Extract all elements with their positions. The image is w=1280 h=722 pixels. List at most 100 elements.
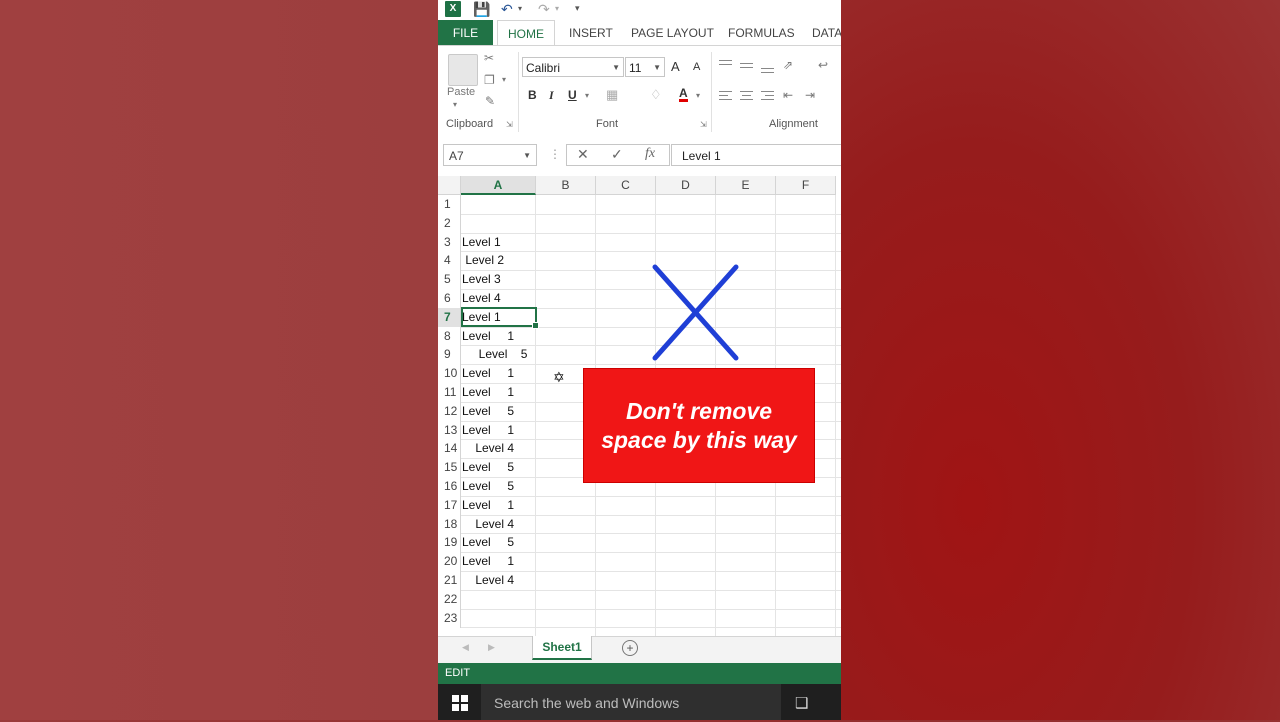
save-icon[interactable]: 💾 <box>473 1 490 18</box>
cell-a17[interactable]: Level 1 <box>462 496 536 515</box>
cell-a23[interactable] <box>462 609 536 628</box>
cell-a20[interactable]: Level 1 <box>462 552 536 571</box>
font-color-dropdown-icon[interactable]: ▾ <box>696 91 700 100</box>
row-header[interactable]: 2 <box>438 213 461 233</box>
column-header-f[interactable]: F <box>776 176 836 195</box>
row-header[interactable]: 20 <box>438 552 461 572</box>
cell-a19[interactable]: Level 5 <box>462 533 536 552</box>
format-painter-icon[interactable]: ✎ <box>485 94 495 108</box>
row-header[interactable]: 10 <box>438 364 461 384</box>
row-header[interactable]: 19 <box>438 533 461 553</box>
column-header-e[interactable]: E <box>716 176 776 195</box>
row-header[interactable]: 1 <box>438 195 461 214</box>
cell-a3[interactable]: Level 1 <box>462 233 536 252</box>
new-sheet-icon[interactable]: + <box>622 640 638 656</box>
undo-icon[interactable]: ↶ <box>501 1 513 18</box>
underline-button[interactable]: U <box>568 88 577 102</box>
tab-insert[interactable]: INSERT <box>569 20 613 45</box>
tab-file[interactable]: FILE <box>438 20 493 45</box>
bold-button[interactable]: B <box>528 88 537 102</box>
cancel-entry-button[interactable]: ✕ <box>577 146 589 163</box>
clipboard-launcher-icon[interactable]: ⇲ <box>506 120 513 129</box>
row-header[interactable]: 12 <box>438 401 461 421</box>
customize-toolbar-icon[interactable]: ▾ <box>575 3 580 14</box>
select-all-corner[interactable] <box>438 176 461 195</box>
column-header-a[interactable]: A <box>461 176 536 195</box>
row-header[interactable]: 14 <box>438 439 461 459</box>
cell-a12[interactable]: Level 5 <box>462 402 536 421</box>
redo-icon[interactable]: ↷ <box>538 1 550 18</box>
row-header[interactable]: 5 <box>438 270 461 290</box>
paste-icon[interactable] <box>448 54 478 86</box>
tab-page-layout[interactable]: PAGE LAYOUT <box>631 20 714 45</box>
cell-a18[interactable]: Level 4 <box>462 515 536 534</box>
insert-function-button[interactable]: fx <box>645 146 655 162</box>
name-box[interactable]: A7 ▼ <box>443 144 537 166</box>
font-name-select[interactable]: Calibri ▼ <box>522 57 624 77</box>
copy-dropdown-icon[interactable]: ▾ <box>502 75 506 84</box>
formula-input[interactable]: Level 1 <box>671 144 841 166</box>
italic-button[interactable]: I <box>549 88 554 103</box>
row-header[interactable]: 7 <box>438 307 461 327</box>
font-launcher-icon[interactable]: ⇲ <box>700 120 707 129</box>
orientation-icon[interactable]: ⇗ <box>783 58 793 72</box>
cell-a4[interactable]: Level 2 <box>462 251 536 270</box>
next-sheet-icon[interactable]: ▶ <box>488 642 495 653</box>
task-view-icon[interactable]: ❑ <box>795 694 808 712</box>
sheet-tab-sheet1[interactable]: Sheet1 <box>532 636 592 660</box>
grow-font-button[interactable]: A <box>671 59 680 74</box>
row-header[interactable]: 18 <box>438 514 461 534</box>
row-header[interactable]: 9 <box>438 345 461 365</box>
cell-a8[interactable]: Level 1 <box>462 327 536 346</box>
row-header[interactable]: 6 <box>438 289 461 308</box>
decrease-indent-icon[interactable]: ⇤ <box>783 88 793 102</box>
redo-dropdown-icon[interactable]: ▾ <box>555 4 559 13</box>
tab-home[interactable]: HOME <box>497 20 555 46</box>
borders-icon[interactable]: ▦ <box>606 87 618 103</box>
row-header[interactable]: 17 <box>438 495 461 515</box>
cell-a2[interactable] <box>462 214 536 233</box>
copy-icon[interactable]: ❐ <box>484 73 495 87</box>
wrap-text-icon[interactable]: ↩ <box>818 58 828 72</box>
underline-dropdown-icon[interactable]: ▾ <box>585 91 589 100</box>
taskbar-search-input[interactable]: Search the web and Windows <box>481 684 781 720</box>
cell-a6[interactable]: Level 4 <box>462 289 536 308</box>
row-header[interactable]: 4 <box>438 251 461 271</box>
undo-dropdown-icon[interactable]: ▾ <box>518 4 522 13</box>
windows-start-icon[interactable] <box>452 695 468 711</box>
cell-a5[interactable]: Level 3 <box>462 270 536 289</box>
active-cell-cursor[interactable] <box>461 306 539 329</box>
row-header[interactable]: 15 <box>438 458 461 478</box>
row-header[interactable]: 23 <box>438 608 461 628</box>
row-header[interactable]: 16 <box>438 477 461 496</box>
shrink-font-button[interactable]: A <box>693 61 700 73</box>
fill-color-icon[interactable]: ♢ <box>650 87 662 103</box>
cut-icon[interactable]: ✂ <box>484 51 494 65</box>
row-header[interactable]: 8 <box>438 326 461 346</box>
column-header-c[interactable]: C <box>596 176 656 195</box>
tab-formulas[interactable]: FORMULAS <box>728 20 795 45</box>
cell-a22[interactable] <box>462 590 536 609</box>
paste-button[interactable]: Paste <box>447 86 475 98</box>
cell-a1[interactable] <box>462 195 536 214</box>
increase-indent-icon[interactable]: ⇥ <box>805 88 815 102</box>
cell-a15[interactable]: Level 5 <box>462 458 536 477</box>
prev-sheet-icon[interactable]: ◀ <box>462 642 469 653</box>
paste-dropdown-icon[interactable]: ▾ <box>453 100 457 109</box>
cell-a13[interactable]: Level 1 <box>462 421 536 440</box>
row-header[interactable]: 22 <box>438 589 461 609</box>
confirm-entry-button[interactable]: ✓ <box>611 146 623 163</box>
cell-a21[interactable]: Level 4 <box>462 571 536 590</box>
column-header-d[interactable]: D <box>656 176 716 195</box>
column-header-b[interactable]: B <box>536 176 596 195</box>
row-header[interactable]: 11 <box>438 383 461 402</box>
cell-a10[interactable]: Level 1 <box>462 364 536 383</box>
row-header[interactable]: 21 <box>438 571 461 590</box>
cell-a9[interactable]: Level 5 <box>462 345 536 364</box>
cell-a14[interactable]: Level 4 <box>462 439 536 458</box>
tab-data[interactable]: DATA <box>812 20 841 45</box>
row-header[interactable]: 3 <box>438 232 461 252</box>
cell-a11[interactable]: Level 1 <box>462 383 536 402</box>
row-header[interactable]: 13 <box>438 420 461 440</box>
font-size-select[interactable]: 11 ▼ <box>625 57 665 77</box>
